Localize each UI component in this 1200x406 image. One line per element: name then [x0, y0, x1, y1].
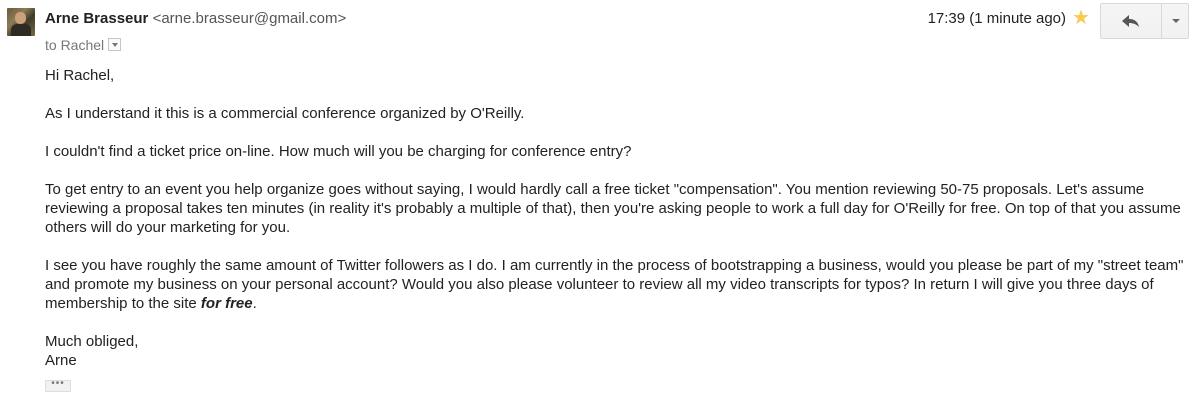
avatar-body [11, 24, 31, 36]
star-icon[interactable]: ★ [1072, 8, 1090, 28]
avatar[interactable] [7, 8, 35, 36]
emphasis-for-free: for free [200, 295, 253, 312]
body-paragraph-2: I couldn't find a ticket price on-line. … [45, 143, 632, 160]
recipient-line: to Rachel [45, 36, 122, 54]
recipient-label: to Rachel [45, 37, 105, 53]
show-trimmed-content-button[interactable]: ••• [45, 379, 71, 392]
reply-arrow-icon [1122, 15, 1139, 27]
body-paragraph-4-end: . [252, 295, 257, 312]
body-paragraph-4: I see you have roughly the same amount o… [45, 256, 1185, 313]
details-dropdown-icon[interactable] [108, 38, 122, 51]
timestamp: 17:39 (1 minute ago) [927, 10, 1066, 27]
body-paragraph-3: To get entry to an event you help organi… [45, 181, 1181, 236]
greeting: Hi Rachel, [45, 67, 115, 84]
body-paragraph-1: As I understand it this is a commercial … [45, 105, 525, 122]
sender-email: <arne.brasseur@gmail.com> [152, 10, 347, 27]
reply-button-group [1100, 3, 1189, 39]
sender-name[interactable]: Arne Brasseur [45, 10, 148, 27]
message-body: Hi Rachel, As I understand it this is a … [45, 66, 1185, 370]
signoff: Much obliged, [45, 333, 139, 350]
avatar-head [15, 12, 26, 24]
sender-line: Arne Brasseur <arne.brasseur@gmail.com> [45, 10, 346, 28]
more-actions-button[interactable] [1162, 4, 1188, 38]
reply-button[interactable] [1101, 4, 1162, 38]
signature: Arne [45, 352, 77, 369]
email-message: Arne Brasseur <arne.brasseur@gmail.com> … [0, 0, 1200, 406]
